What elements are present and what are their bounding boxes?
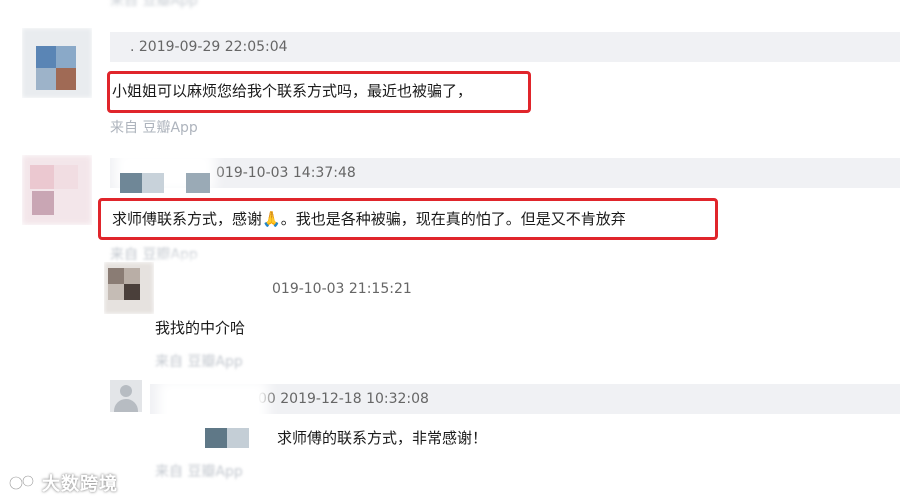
avatar-mosaic	[120, 173, 142, 193]
highlight-box	[107, 71, 531, 113]
avatar[interactable]	[104, 262, 154, 314]
comment-meta: 019-10-03 14:37:48	[110, 158, 900, 188]
highlight-box	[98, 198, 718, 240]
avatar-mosaic	[205, 428, 227, 448]
avatar[interactable]	[22, 155, 92, 225]
comment-timestamp: . 2019-09-29 22:05:04	[130, 39, 288, 55]
comment-source: 来自 豆瓣App	[155, 354, 243, 370]
avatar[interactable]	[22, 28, 92, 98]
comment-timestamp: 019-10-03 21:15:21	[272, 281, 412, 297]
avatar[interactable]	[110, 380, 142, 412]
comment-meta: . 2019-09-29 22:05:04	[110, 32, 900, 62]
logo-icon	[8, 474, 35, 491]
comment-timestamp: 019-10-03 14:37:48	[216, 165, 356, 181]
comment-text: 我找的中介哈	[155, 319, 246, 337]
comment-source: 来自 豆瓣App	[155, 464, 243, 480]
comment-text: 求师傅的联系方式，非常感谢！	[277, 429, 488, 447]
previous-comment-source: 来自 豆瓣App	[110, 0, 198, 9]
watermark: 大数跨境	[42, 474, 118, 495]
comment-source: 来自 豆瓣App	[110, 120, 198, 136]
comment-timestamp: 00 2019-12-18 10:32:08	[258, 391, 429, 407]
